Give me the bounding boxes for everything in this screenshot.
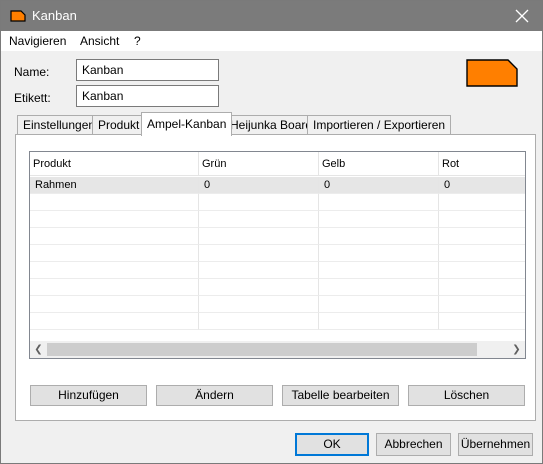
tab-einstellungen[interactable]: Einstellungen — [17, 115, 102, 135]
add-button[interactable]: Hinzufügen — [30, 385, 147, 406]
column-header-gruen[interactable]: Grün — [199, 152, 319, 176]
table-cell — [439, 296, 525, 313]
column-header-rot[interactable]: Rot — [439, 152, 525, 176]
table-cell — [199, 296, 319, 313]
table-cell — [199, 228, 319, 245]
table-cell — [199, 245, 319, 262]
table-cell — [30, 194, 199, 211]
name-field[interactable]: Kanban — [76, 59, 219, 81]
empty-table-row — [30, 228, 525, 245]
tab-importieren-exportieren[interactable]: Importieren / Exportieren — [307, 115, 452, 135]
table-cell — [30, 313, 199, 330]
table-cell — [319, 296, 439, 313]
table-cell — [319, 262, 439, 279]
table-cell — [199, 262, 319, 279]
kanban-card-icon — [10, 10, 26, 22]
scrollbar-thumb[interactable] — [47, 343, 477, 356]
table-cell — [30, 211, 199, 228]
menu-ansicht[interactable]: Ansicht — [80, 34, 119, 48]
window-title: Kanban — [32, 8, 77, 23]
horizontal-scrollbar[interactable]: ❮ ❯ — [30, 341, 525, 358]
etikett-field[interactable]: Kanban — [76, 85, 219, 107]
cancel-button[interactable]: Abbrechen — [376, 433, 451, 456]
empty-table-row — [30, 262, 525, 279]
column-header-gelb[interactable]: Gelb — [319, 152, 439, 176]
table-cell — [319, 245, 439, 262]
menu-bar: Navigieren Ansicht ? — [1, 31, 542, 51]
table-cell — [319, 279, 439, 296]
table-cell — [30, 279, 199, 296]
table-cell — [439, 279, 525, 296]
table-cell — [30, 245, 199, 262]
table-cell — [319, 194, 439, 211]
delete-button[interactable]: Löschen — [408, 385, 525, 406]
title-bar[interactable]: Kanban — [1, 1, 542, 31]
empty-table-row — [30, 245, 525, 262]
table-cell — [319, 211, 439, 228]
table-row[interactable]: Rahmen 0 0 0 — [30, 177, 525, 194]
table-cell — [439, 194, 525, 211]
table-cell — [439, 228, 525, 245]
name-label: Name: — [14, 65, 50, 79]
table-cell — [439, 211, 525, 228]
ampel-table[interactable]: Produkt Grün Gelb Rot Rahmen 0 0 0 ❮ ❯ — [29, 151, 526, 359]
table-cell — [439, 245, 525, 262]
empty-table-row — [30, 313, 525, 330]
kanban-dialog: Kanban Navigieren Ansicht ? Name: Kanban… — [0, 0, 543, 464]
etikett-label: Etikett: — [14, 91, 51, 105]
table-cell — [439, 313, 525, 330]
table-cell: Rahmen — [30, 177, 199, 194]
table-cell — [439, 262, 525, 279]
tab-heijunka-board[interactable]: Heijunka Board — [224, 115, 319, 135]
table-cell — [319, 228, 439, 245]
table-cell — [30, 296, 199, 313]
empty-table-row — [30, 296, 525, 313]
table-cell — [199, 313, 319, 330]
table-cell — [199, 194, 319, 211]
ok-button[interactable]: OK — [295, 433, 369, 456]
close-icon — [515, 9, 529, 23]
menu-help[interactable]: ? — [134, 34, 141, 48]
apply-button[interactable]: Übernehmen — [458, 433, 533, 456]
chevron-left-icon[interactable]: ❮ — [30, 341, 47, 358]
empty-table-row — [30, 194, 525, 211]
table-cell — [30, 228, 199, 245]
table-cell: 0 — [439, 177, 525, 194]
empty-table-row — [30, 279, 525, 296]
chevron-right-icon[interactable]: ❯ — [508, 341, 525, 358]
table-header: Produkt Grün Gelb Rot — [30, 152, 525, 176]
table-cell — [199, 211, 319, 228]
table-cell: 0 — [199, 177, 319, 194]
close-button[interactable] — [502, 1, 542, 31]
table-cell — [319, 313, 439, 330]
kanban-card-icon — [466, 59, 518, 87]
tab-produkt[interactable]: Produkt — [92, 115, 146, 135]
empty-table-row — [30, 211, 525, 228]
table-cell: 0 — [319, 177, 439, 194]
edit-table-button[interactable]: Tabelle bearbeiten — [282, 385, 399, 406]
menu-navigieren[interactable]: Navigieren — [9, 34, 66, 48]
table-cell — [30, 262, 199, 279]
column-header-produkt[interactable]: Produkt — [30, 152, 199, 176]
table-cell — [199, 279, 319, 296]
tab-ampel-kanban[interactable]: Ampel-Kanban — [141, 112, 233, 136]
edit-button[interactable]: Ändern — [156, 385, 273, 406]
